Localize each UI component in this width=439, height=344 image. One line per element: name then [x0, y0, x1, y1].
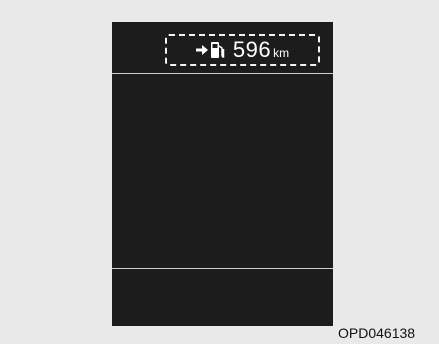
- range-value: 596: [232, 37, 272, 62]
- fuel-range-readout: 596 km: [165, 34, 320, 66]
- cluster-display: 596 km: [112, 22, 333, 326]
- arrow-right-icon: [195, 45, 208, 55]
- divider-bottom: [112, 268, 333, 269]
- figure-code: OPD046138: [338, 325, 416, 341]
- range-unit: km: [273, 46, 290, 60]
- divider-top: [112, 73, 333, 74]
- fuel-pump-icon: [210, 42, 225, 58]
